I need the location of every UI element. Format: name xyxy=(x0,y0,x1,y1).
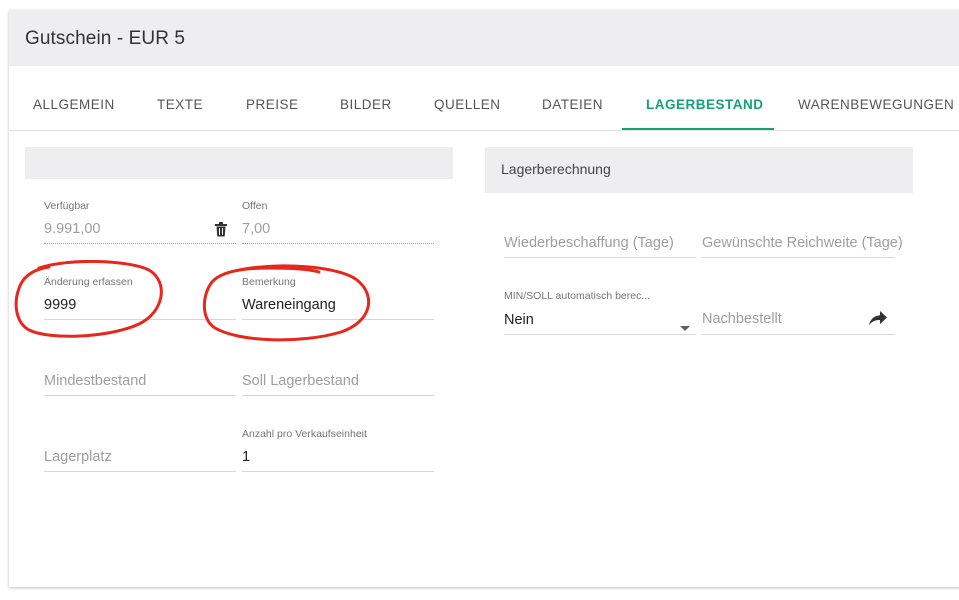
minsoll-select[interactable]: MIN/SOLL automatisch berec... Nein xyxy=(504,290,696,336)
share-arrow-icon[interactable] xyxy=(869,311,887,331)
soll-lagerbestand-field[interactable]: Soll Lagerbestand xyxy=(242,366,434,398)
tab-preise[interactable]: PREISE xyxy=(246,66,299,130)
lagerplatz-input[interactable]: Lagerplatz xyxy=(44,449,112,465)
bemerkung-underline xyxy=(242,319,434,320)
trash-icon[interactable] xyxy=(214,222,228,242)
aenderung-erfassen-label: Änderung erfassen xyxy=(44,276,133,288)
bemerkung-input[interactable]: Wareneingang xyxy=(242,297,336,313)
lagerplatz-field[interactable]: Lagerplatz xyxy=(44,442,236,474)
anzahl-input[interactable]: 1 xyxy=(242,449,250,465)
nachbestellt-underline xyxy=(702,334,895,335)
tab-dateien[interactable]: DATEIEN xyxy=(542,66,603,130)
offen-underline xyxy=(242,243,434,244)
bemerkung-label: Bemerkung xyxy=(242,276,296,288)
aenderung-erfassen-underline xyxy=(44,319,236,320)
lagerberechnung-title: Lagerberechnung xyxy=(501,161,611,177)
reichweite-field[interactable]: Gewünschte Reichweite (Tage) xyxy=(702,228,903,260)
wiederbeschaffung-field[interactable]: Wiederbeschaffung (Tage) xyxy=(504,228,696,260)
nachbestellt-input[interactable]: Nachbestellt xyxy=(702,311,782,327)
wiederbeschaffung-underline xyxy=(504,257,696,258)
verfuegbar-field: Verfügbar 9.991,00 xyxy=(44,200,236,246)
card-header: Gutschein - EUR 5 xyxy=(9,10,959,66)
minsoll-value[interactable]: Nein xyxy=(504,312,534,328)
offen-field: Offen 7,00 xyxy=(242,200,434,246)
soll-lagerbestand-underline xyxy=(242,395,434,396)
tab-lagerbestand[interactable]: LAGERBESTAND xyxy=(646,66,764,130)
verfuegbar-label: Verfügbar xyxy=(44,200,90,212)
verfuegbar-underline xyxy=(44,243,236,244)
reichweite-underline xyxy=(702,257,895,258)
lagerplatz-underline xyxy=(44,471,236,472)
tab-allgemein[interactable]: ALLGEMEIN xyxy=(33,66,115,130)
mindestbestand-field[interactable]: Mindestbestand xyxy=(44,366,236,398)
mindestbestand-underline xyxy=(44,395,236,396)
soll-lagerbestand-input[interactable]: Soll Lagerbestand xyxy=(242,373,359,389)
offen-label: Offen xyxy=(242,200,268,212)
minsoll-label: MIN/SOLL automatisch berec... xyxy=(504,290,651,302)
offen-value: 7,00 xyxy=(242,221,271,237)
anzahl-label: Anzahl pro Verkaufseinheit xyxy=(242,428,367,440)
anzahl-underline xyxy=(242,471,434,472)
tab-warenbewegungen[interactable]: WARENBEWEGUNGEN xyxy=(798,66,954,130)
minsoll-underline xyxy=(504,334,696,335)
anzahl-field[interactable]: Anzahl pro Verkaufseinheit 1 xyxy=(242,428,434,474)
bemerkung-field[interactable]: Bemerkung Wareneingang xyxy=(242,276,434,322)
wiederbeschaffung-input[interactable]: Wiederbeschaffung (Tage) xyxy=(504,235,674,251)
left-section-bar xyxy=(25,147,453,179)
tab-texte[interactable]: TEXTE xyxy=(157,66,203,130)
verfuegbar-value: 9.991,00 xyxy=(44,221,101,237)
tab-bilder[interactable]: BILDER xyxy=(340,66,392,130)
article-card: Gutschein - EUR 5 ALLGEMEIN TEXTE PREISE… xyxy=(9,10,959,587)
active-tab-indicator xyxy=(622,128,774,130)
page-title: Gutschein - EUR 5 xyxy=(25,28,186,49)
nachbestellt-field[interactable]: Nachbestellt xyxy=(702,304,895,336)
aenderung-erfassen-input[interactable]: 9999 xyxy=(44,297,76,313)
tab-quellen[interactable]: QUELLEN xyxy=(434,66,501,130)
mindestbestand-input[interactable]: Mindestbestand xyxy=(44,373,146,389)
lagerberechnung-section-bar: Lagerberechnung xyxy=(485,147,913,193)
aenderung-erfassen-field[interactable]: Änderung erfassen 9999 xyxy=(44,276,236,322)
reichweite-input[interactable]: Gewünschte Reichweite (Tage) xyxy=(702,235,903,251)
tab-bar: ALLGEMEIN TEXTE PREISE BILDER QUELLEN DA… xyxy=(9,66,959,131)
